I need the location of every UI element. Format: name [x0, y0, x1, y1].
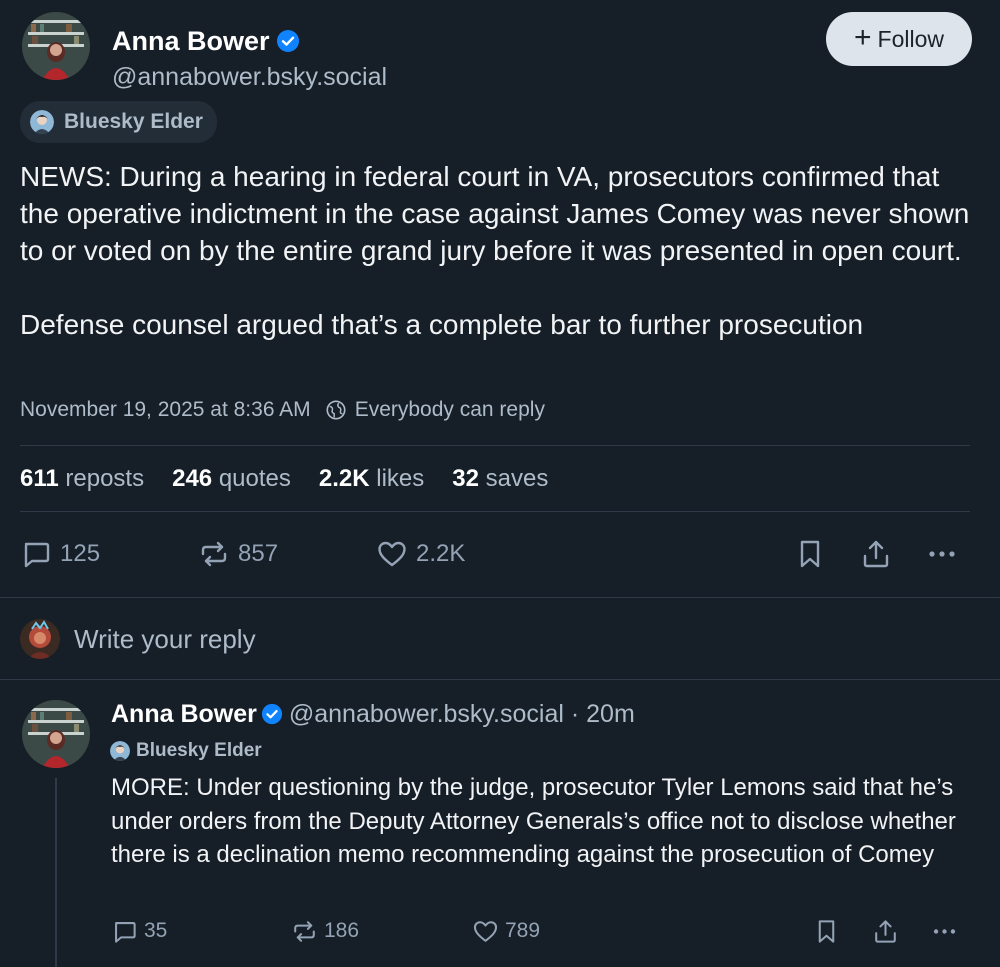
badge-label: Bluesky Elder [64, 110, 203, 133]
likes-count: 2.2K [318, 465, 370, 492]
avatar-image [22, 700, 90, 768]
repost-icon [201, 541, 227, 567]
like-count: 2.2K [416, 540, 466, 567]
post-stats: 611 reposts 246 quotes 2.2K likes 32 sav… [20, 465, 548, 493]
reply-actions: 35 186 789 [111, 914, 966, 948]
likes-stat[interactable]: 2.2K likes [319, 465, 424, 493]
divider [0, 597, 1000, 598]
reply-composer[interactable]: Write your reply [20, 618, 256, 660]
repost-button[interactable]: 857 [198, 534, 278, 574]
reply-count: 35 [144, 919, 168, 942]
like-button[interactable]: 2.2K [376, 534, 465, 574]
bookmark-button[interactable] [794, 534, 826, 574]
more-options-button[interactable] [931, 914, 958, 948]
share-icon [863, 540, 889, 568]
reply-author-name[interactable]: Anna Bower [111, 700, 257, 728]
post-text: NEWS: During a hearing in federal court … [20, 158, 985, 343]
divider [20, 511, 970, 512]
reposts-count: 611 [20, 465, 59, 492]
share-button[interactable] [872, 914, 899, 948]
post-meta: November 19, 2025 at 8:36 AM Everybody c… [20, 398, 545, 422]
follow-label: Follow [877, 25, 944, 52]
reply-author-handle[interactable]: @annabower.bsky.social [289, 700, 564, 728]
badge-icon [30, 110, 54, 134]
quotes-stat[interactable]: 246 quotes [172, 465, 291, 493]
post-timestamp[interactable]: November 19, 2025 at 8:36 AM [20, 398, 311, 422]
avatar-image [22, 12, 90, 80]
plus-icon: + [854, 21, 872, 54]
repost-count: 857 [238, 540, 279, 567]
likes-label: likes [376, 465, 425, 492]
more-icon [933, 928, 956, 934]
reply-time[interactable]: · 20m [564, 700, 635, 728]
reply-setting[interactable]: Everybody can reply [325, 398, 545, 422]
reply-count: 125 [60, 540, 101, 567]
share-button[interactable] [860, 534, 892, 574]
comment-icon [24, 542, 50, 568]
saves-count: 32 [452, 465, 479, 492]
quotes-count: 246 [172, 465, 213, 492]
post-header: Anna Bower @annabower.bsky.social + Foll… [22, 12, 972, 91]
follow-button[interactable]: + Follow [826, 12, 972, 66]
reply-input-placeholder: Write your reply [74, 623, 256, 654]
repost-icon [294, 920, 315, 942]
heart-icon [378, 541, 406, 567]
reply-button[interactable]: 35 [111, 914, 167, 948]
bookmark-icon [818, 919, 835, 943]
verified-icon [261, 703, 282, 725]
repost-count: 186 [324, 919, 360, 942]
globe-icon [326, 400, 346, 420]
reposts-stat[interactable]: 611 reposts [20, 465, 144, 493]
like-count: 789 [505, 919, 541, 942]
bluesky-elder-badge[interactable]: Bluesky Elder [20, 101, 217, 143]
saves-stat[interactable]: 32 saves [452, 465, 548, 493]
bluesky-elder-badge[interactable]: Bluesky Elder [110, 738, 262, 764]
quotes-label: quotes [218, 465, 291, 492]
post-actions: 125 857 2.2K [20, 534, 965, 574]
author-avatar[interactable] [22, 12, 90, 80]
reply-author-avatar[interactable] [22, 700, 90, 768]
divider [20, 445, 970, 446]
author-name-text: Anna Bower [112, 26, 270, 56]
repost-button[interactable]: 186 [291, 914, 359, 948]
saves-label: saves [485, 465, 549, 492]
verified-icon [276, 30, 299, 52]
reply-setting-label: Everybody can reply [354, 398, 545, 421]
author-name[interactable]: Anna Bower [112, 26, 300, 57]
heart-icon [473, 920, 498, 942]
reply-button[interactable]: 125 [20, 534, 100, 574]
bookmark-button[interactable] [813, 914, 840, 948]
reply-header: Anna Bower @annabower.bsky.social · 20m [111, 700, 635, 729]
comment-icon [115, 921, 136, 943]
current-user-avatar [20, 619, 60, 659]
badge-icon [110, 741, 130, 761]
more-options-button[interactable] [926, 534, 958, 574]
thread-line [55, 778, 57, 967]
like-button[interactable]: 789 [472, 914, 540, 948]
reply-text: MORE: Under questioning by the judge, pr… [111, 774, 956, 868]
post-thread-page: Anna Bower @annabower.bsky.social + Foll… [0, 0, 1000, 967]
post-paragraph: Defense counsel argued that’s a complete… [20, 309, 864, 340]
reposts-label: reposts [65, 465, 145, 492]
more-icon [929, 551, 955, 557]
badge-label: Bluesky Elder [136, 740, 262, 761]
post-paragraph: NEWS: During a hearing in federal court … [20, 161, 970, 266]
author-handle[interactable]: @annabower.bsky.social [112, 63, 387, 92]
bookmark-icon [800, 540, 820, 568]
divider [0, 679, 1000, 680]
share-icon [875, 919, 896, 943]
